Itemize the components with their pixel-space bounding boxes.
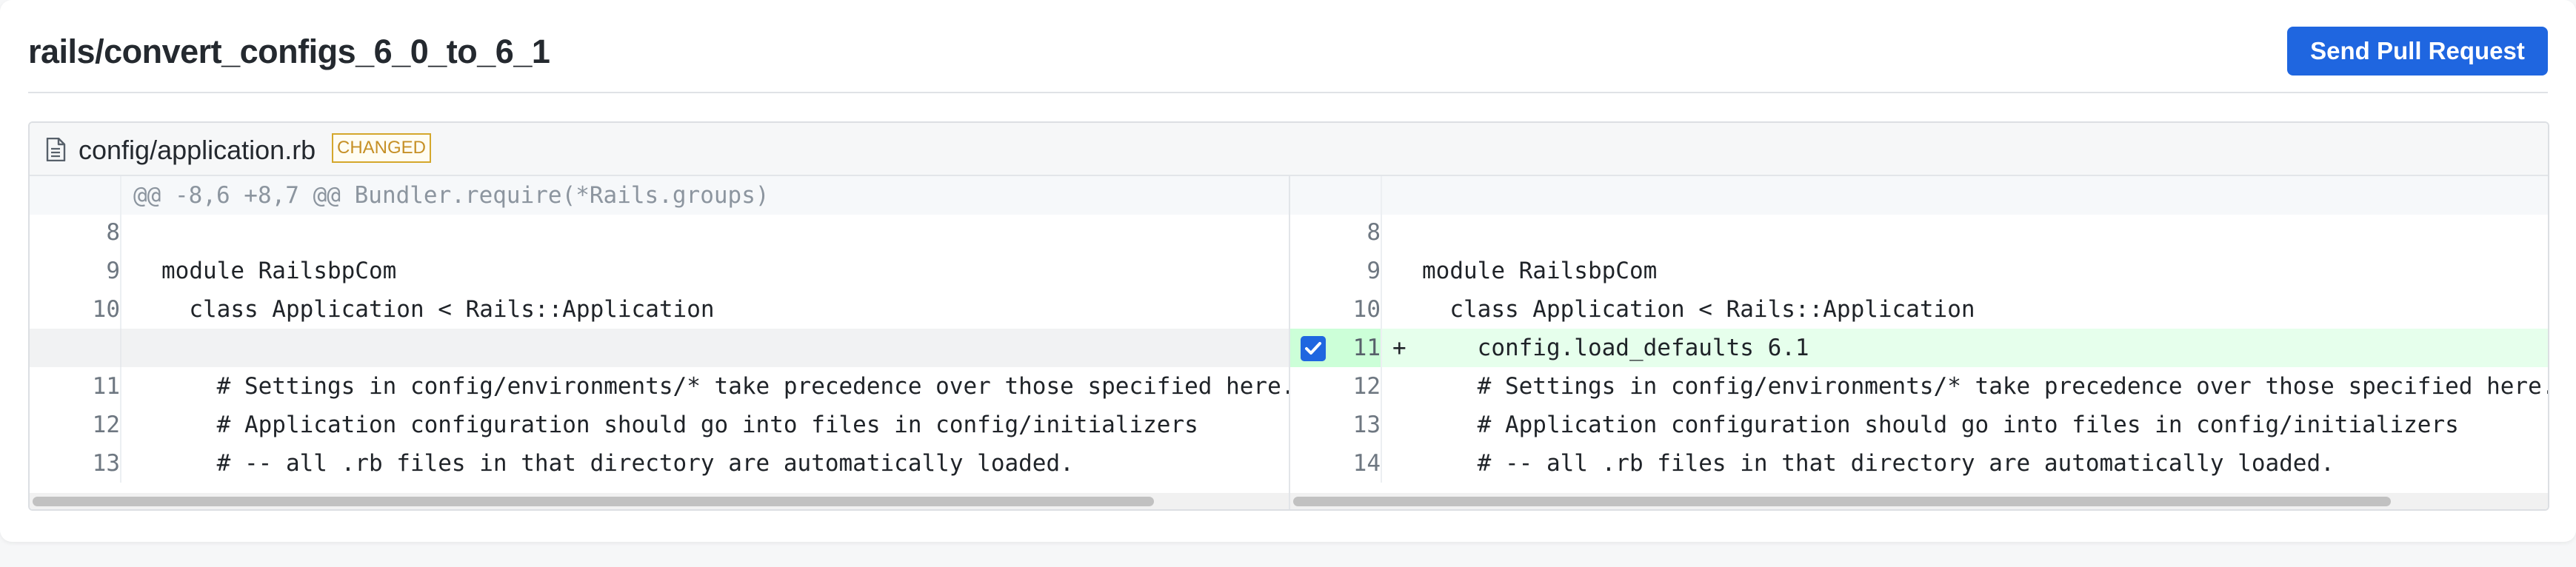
table-row: 10 class Application < Rails::Applicatio…: [1290, 290, 2548, 329]
line-number: 10: [30, 290, 121, 329]
line-number: [30, 329, 121, 367]
table-row-added: 11 + config.load_defaults 6.1: [1290, 329, 2548, 367]
file-header: config/application.rb CHANGED: [30, 123, 2548, 176]
code-line: # Application configuration should go in…: [161, 412, 1198, 438]
hunk-text: @@ -8,6 +8,7 @@ Bundler.require(*Rails.g…: [133, 182, 770, 209]
line-number: 8: [1290, 213, 1382, 252]
table-row: 14 # -- all .rb files in that directory …: [1290, 444, 2548, 483]
table-row: 10 class Application < Rails::Applicatio…: [30, 290, 1289, 329]
line-number: 9: [1290, 252, 1382, 290]
horizontal-scrollbar-left[interactable]: [30, 493, 1289, 509]
code-line: # -- all .rb files in that directory are…: [1422, 450, 2335, 477]
code-line: # Settings in config/environments/* take…: [161, 373, 1290, 400]
code-line: # -- all .rb files in that directory are…: [161, 450, 1074, 477]
line-number: 9: [30, 252, 121, 290]
line-number: [30, 176, 121, 215]
hunk-header-right: [1290, 176, 2548, 215]
table-row: 12 # Application configuration should go…: [30, 406, 1289, 444]
table-row: 9 module RailsbpCom: [1290, 252, 2548, 290]
table-row: 13 # -- all .rb files in that directory …: [30, 444, 1289, 483]
file-diff: config/application.rb CHANGED @@ -8,6 +8…: [28, 121, 2549, 511]
table-row: 13 # Application configuration should go…: [1290, 406, 2548, 444]
file-icon: [46, 138, 66, 161]
table-row: 12 # Settings in config/environments/* t…: [1290, 367, 2548, 406]
diff-pane-left[interactable]: @@ -8,6 +8,7 @@ Bundler.require(*Rails.g…: [30, 176, 1290, 509]
line-number: 11: [30, 367, 121, 406]
file-name[interactable]: config/application.rb: [79, 135, 316, 166]
code-line: module RailsbpCom: [161, 258, 397, 284]
line-number: 13: [30, 444, 121, 483]
table-row: 9 module RailsbpCom: [30, 252, 1289, 290]
page-header: rails/convert_configs_6_0_to_6_1 Send Pu…: [28, 21, 2548, 93]
diff-pane-right[interactable]: 8 9 module RailsbpCom 10 class Applicati…: [1290, 176, 2548, 509]
pull-request-card: rails/convert_configs_6_0_to_6_1 Send Pu…: [0, 0, 2576, 542]
line-number: 8: [30, 213, 121, 252]
line-number: 12: [1290, 367, 1382, 406]
page: rails/convert_configs_6_0_to_6_1 Send Pu…: [0, 0, 2576, 567]
line-number: 10: [1290, 290, 1382, 329]
table-row: 8: [1290, 213, 2548, 252]
code-line: config.load_defaults 6.1: [1422, 335, 1809, 361]
table-row-empty: [30, 329, 1289, 367]
table-row: 8: [30, 213, 1289, 252]
line-number: [1290, 176, 1382, 215]
added-marker: +: [1392, 335, 1407, 361]
table-row: 11 # Settings in config/environments/* t…: [30, 367, 1289, 406]
code-line: # Settings in config/environments/* take…: [1422, 373, 2548, 400]
code-line: class Application < Rails::Application: [1422, 296, 1975, 323]
code-line: class Application < Rails::Application: [161, 296, 715, 323]
hunk-header: @@ -8,6 +8,7 @@ Bundler.require(*Rails.g…: [30, 176, 1289, 215]
code-line: module RailsbpCom: [1422, 258, 1658, 284]
line-select-checkbox[interactable]: [1301, 336, 1326, 361]
code-line: # Application configuration should go in…: [1422, 412, 2459, 438]
scrollbar-thumb-right[interactable]: [1293, 497, 2391, 506]
line-number: 14: [1290, 444, 1382, 483]
scrollbar-thumb-left[interactable]: [33, 497, 1154, 506]
page-title: rails/convert_configs_6_0_to_6_1: [28, 33, 550, 70]
send-pull-request-button[interactable]: Send Pull Request: [2287, 27, 2548, 76]
line-number: 12: [30, 406, 121, 444]
changed-badge: CHANGED: [332, 133, 432, 163]
line-number: 13: [1290, 406, 1382, 444]
horizontal-scrollbar-right[interactable]: [1290, 493, 2548, 509]
